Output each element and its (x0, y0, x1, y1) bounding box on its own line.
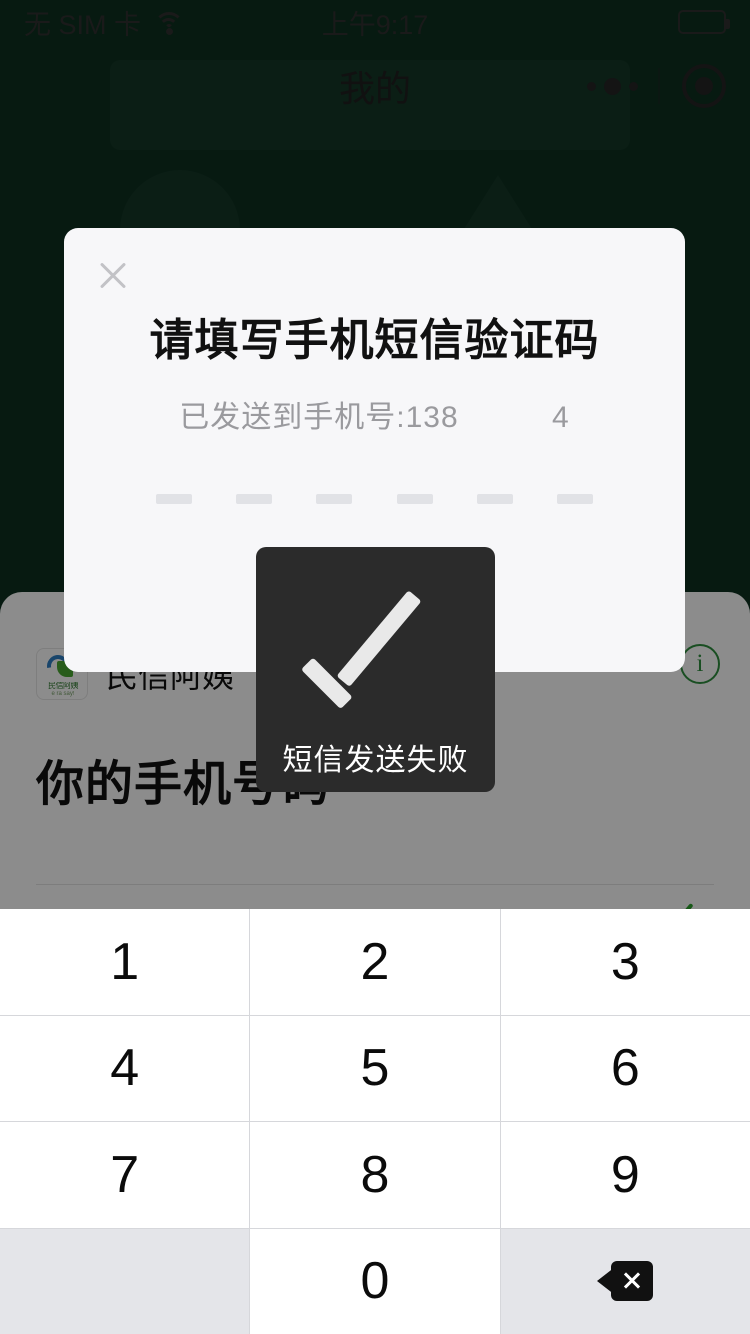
key-1[interactable]: 1 (0, 909, 250, 1015)
more-dots-icon[interactable] (567, 77, 658, 95)
phone-screen: 民信阿姨 e ra say! 民信阿姨 申请使用 i 你的手机号码 13802 … (0, 0, 750, 1334)
toast-message: 短信发送失败 (256, 547, 495, 792)
modal-subtitle: 已发送到手机号:138 4 (179, 401, 570, 434)
code-cell[interactable] (476, 494, 513, 504)
check-icon (300, 590, 451, 710)
code-cell[interactable] (556, 494, 593, 504)
status-right (678, 10, 730, 34)
key-7[interactable]: 7 (0, 1122, 250, 1228)
key-4[interactable]: 4 (0, 1015, 250, 1121)
status-time: 上午9:17 (321, 9, 429, 40)
key-5[interactable]: 5 (250, 1015, 500, 1121)
nav-bar: 我的 (0, 44, 750, 128)
code-cell[interactable] (236, 494, 273, 504)
status-bar: 无 SIM 卡 上午9:17 (0, 0, 750, 44)
code-cell[interactable] (156, 494, 192, 504)
modal-title: 请填写手机短信验证码 (149, 316, 600, 365)
verification-code-input[interactable] (64, 436, 685, 504)
toast-text: 短信发送失败 (282, 744, 469, 777)
key-8[interactable]: 8 (250, 1122, 500, 1228)
close-icon[interactable] (91, 254, 135, 298)
code-cell[interactable] (396, 494, 433, 504)
key-blank[interactable] (0, 1228, 250, 1334)
miniprogram-capsule[interactable] (567, 56, 726, 116)
key-2[interactable]: 2 (250, 909, 500, 1015)
key-backspace[interactable] (500, 1228, 750, 1334)
numeric-keypad[interactable]: 1 2 3 4 5 6 7 8 9 0 (0, 909, 750, 1334)
page-title: 我的 (338, 68, 411, 109)
key-6[interactable]: 6 (500, 1015, 750, 1121)
code-cell[interactable] (316, 494, 353, 504)
battery-icon (678, 10, 730, 34)
key-0[interactable]: 0 (250, 1228, 500, 1334)
capsule-divider (658, 68, 660, 104)
key-9[interactable]: 9 (500, 1122, 750, 1228)
backspace-icon (597, 1261, 654, 1302)
key-3[interactable]: 3 (500, 909, 750, 1015)
target-circle-icon[interactable] (682, 64, 726, 108)
